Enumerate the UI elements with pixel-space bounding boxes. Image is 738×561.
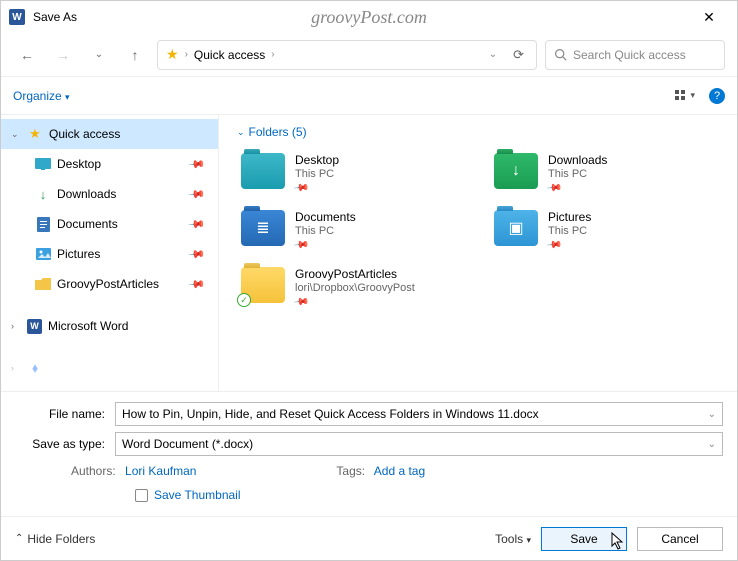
folder-location: This PC [548,168,607,180]
chevron-right-icon: › [185,49,188,60]
pin-icon: 📌 [293,180,310,196]
downloads-icon: ↓ [35,186,51,202]
chevron-up-icon: ⌃ [15,533,23,544]
folder-item[interactable]: ≣ DocumentsThis PC📌 [237,206,466,255]
recent-dropdown[interactable]: ⌄ [85,41,113,69]
pin-icon: 📌 [188,155,207,174]
folders-group-header[interactable]: ⌄ Folders (5) [237,125,719,139]
forward-button[interactable]: → [49,41,77,69]
pin-icon: 📌 [546,237,563,253]
sidebar-item-microsoft-word[interactable]: › W Microsoft Word [1,311,218,341]
help-button[interactable]: ? [709,88,725,104]
chevron-right-icon: › [11,321,21,331]
window-title: Save As [33,10,77,24]
hide-folders-toggle[interactable]: ⌃ Hide Folders [15,532,95,546]
star-icon: ★ [27,126,43,142]
folder-icon [241,153,285,189]
close-button[interactable]: ✕ [689,9,729,26]
pictures-icon [35,246,51,262]
sidebar-item-label: Desktop [57,157,101,171]
up-button[interactable]: ↑ [121,41,149,69]
desktop-icon [35,156,51,172]
save-thumbnail-label[interactable]: Save Thumbnail [154,488,241,502]
filename-label: File name: [15,407,115,421]
pin-icon: 📌 [546,180,563,196]
authors-label: Authors: [71,464,116,478]
refresh-button[interactable]: ⟳ [509,47,528,63]
folder-name: Downloads [548,153,607,167]
sidebar-item-desktop[interactable]: Desktop 📌 [1,149,218,179]
pin-icon: 📌 [188,275,207,294]
view-options-button[interactable]: ▾ [674,89,695,103]
pin-icon: 📌 [188,185,207,204]
pin-icon: 📌 [188,215,207,234]
cancel-button[interactable]: Cancel [637,527,723,551]
sidebar-item-label: Pictures [57,247,100,261]
save-thumbnail-checkbox[interactable] [135,489,148,502]
dropdown-icon[interactable]: ⌄ [708,409,716,420]
sidebar-item-label: Downloads [57,187,116,201]
folder-location: This PC [295,168,339,180]
pin-icon: 📌 [293,237,310,253]
sidebar-item-documents[interactable]: Documents 📌 [1,209,218,239]
sidebar-item-pictures[interactable]: Pictures 📌 [1,239,218,269]
folder-item[interactable]: ✓ GroovyPostArticleslori\Dropbox\GroovyPo… [237,263,466,312]
dropbox-icon: ⬧ [27,360,43,376]
breadcrumb-item[interactable]: Quick access [194,48,265,62]
folder-item[interactable]: ▣ PicturesThis PC📌 [490,206,719,255]
pin-icon: 📌 [293,294,310,310]
tags-value[interactable]: Add a tag [374,464,425,478]
tags-label: Tags: [336,464,365,478]
dropdown-icon[interactable]: ⌄ [708,439,716,450]
sidebar-item-collapsed[interactable]: › ⬧ [1,353,218,383]
folder-item[interactable]: ↓ DownloadsThis PC📌 [490,149,719,198]
sidebar-item-label: Quick access [49,127,120,141]
word-icon: W [27,319,42,334]
tools-menu[interactable]: Tools ▾ [495,532,531,546]
folder-location: lori\Dropbox\GroovyPost [295,282,415,294]
sidebar-item-label: Documents [57,217,118,231]
authors-value[interactable]: Lori Kaufman [125,464,196,478]
documents-icon [35,216,51,232]
chevron-right-icon: › [11,363,21,373]
address-bar[interactable]: ★ › Quick access › ⌄ ⟳ [157,40,537,70]
folder-icon: ≣ [241,210,285,246]
star-icon: ★ [166,46,179,63]
folder-name: Desktop [295,153,339,167]
folder-name: GroovyPostArticles [295,267,415,281]
sync-badge-icon: ✓ [237,293,251,307]
chevron-down-icon: ⌄ [11,129,21,140]
sidebar: ⌄ ★ Quick access Desktop 📌 ↓ Downloads 📌… [1,115,219,391]
sidebar-item-label: GroovyPostArticles [57,277,159,291]
folder-icon: ▣ [494,210,538,246]
folder-name: Documents [295,210,356,224]
folder-location: This PC [295,225,356,237]
save-type-label: Save as type: [15,437,115,451]
search-placeholder: Search Quick access [573,48,686,62]
save-button[interactable]: Save [541,527,627,551]
folder-location: This PC [548,225,591,237]
content-pane: ⌄ Folders (5) DesktopThis PC📌↓DownloadsT… [219,115,737,391]
sidebar-item-downloads[interactable]: ↓ Downloads 📌 [1,179,218,209]
folder-icon [35,276,51,292]
sidebar-item-label: Microsoft Word [48,319,128,333]
sidebar-item-quick-access[interactable]: ⌄ ★ Quick access [1,119,218,149]
organize-menu[interactable]: Organize ▾ [13,89,70,103]
folder-icon: ↓ [494,153,538,189]
folder-item[interactable]: DesktopThis PC📌 [237,149,466,198]
chevron-down-icon: ⌄ [237,127,245,138]
folder-name: Pictures [548,210,591,224]
back-button[interactable]: ← [13,41,41,69]
pin-icon: 📌 [188,245,207,264]
chevron-right-icon: › [271,49,274,60]
word-app-icon: W [9,9,25,25]
folder-icon: ✓ [241,267,285,303]
search-input[interactable]: Search Quick access [545,40,725,70]
save-type-select[interactable]: Word Document (*.docx) ⌄ [115,432,723,456]
filename-input[interactable]: How to Pin, Unpin, Hide, and Reset Quick… [115,402,723,426]
sidebar-item-groovypostarticles[interactable]: GroovyPostArticles 📌 [1,269,218,299]
search-icon [554,48,567,61]
address-dropdown[interactable]: ⌄ [483,49,503,60]
